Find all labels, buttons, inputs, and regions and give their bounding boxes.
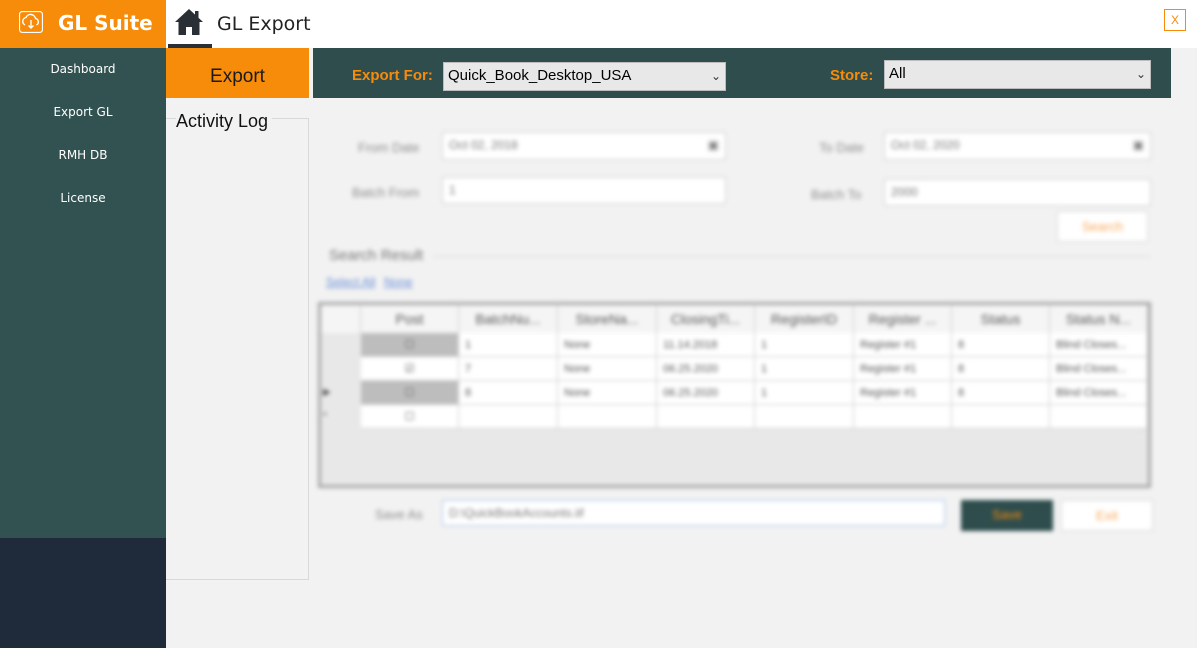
exit-button[interactable]: Exit: [1061, 500, 1153, 531]
grid-cell: Register #1: [854, 357, 952, 381]
save-button[interactable]: Save: [961, 500, 1053, 531]
column-header[interactable]: Status: [952, 305, 1050, 333]
grid-cell: 8: [952, 381, 1050, 405]
calendar-icon: ▣: [707, 138, 719, 152]
post-checkbox[interactable]: ☐: [361, 333, 459, 357]
store-value: All: [889, 65, 906, 82]
grid-cell: Blind Closes...: [1050, 357, 1148, 381]
grid-cell: 8: [952, 333, 1050, 357]
column-header[interactable]: Register ...: [854, 305, 952, 333]
grid-cell: 8: [952, 357, 1050, 381]
post-checkbox[interactable]: ☑: [361, 357, 459, 381]
grid-cell: 06.25.2020: [657, 381, 755, 405]
chevron-down-icon: ⌄: [710, 69, 721, 83]
row-marker: *: [323, 411, 327, 422]
row-marker: ▶: [323, 387, 331, 398]
brand-bar: GL Suite: [0, 0, 166, 48]
to-date-label: To Date: [819, 140, 864, 155]
batch-from-input[interactable]: 1: [442, 177, 726, 204]
batch-to-input[interactable]: 2000: [884, 179, 1151, 206]
grid-cell: 1: [459, 333, 558, 357]
table-row[interactable]: ☑ 7 None 06.25.2020 1 Register #1 8 Blin…: [321, 357, 1148, 381]
select-all-link[interactable]: Select All: [326, 275, 375, 289]
column-header[interactable]: Status N...: [1050, 305, 1148, 333]
grid-corner: [321, 305, 361, 333]
column-header[interactable]: ClosingTi...: [657, 305, 755, 333]
home-icon[interactable]: [174, 8, 204, 36]
results-grid[interactable]: Post BatchNu... StoreNa... ClosingTi... …: [318, 302, 1151, 488]
chevron-down-icon: ⌄: [1135, 67, 1146, 81]
cloud-download-icon: [19, 11, 43, 33]
tab-export[interactable]: Export: [166, 48, 309, 98]
grid-cell: [854, 405, 952, 429]
grid-cell: 1: [755, 381, 854, 405]
table-row[interactable]: ☐ 1 None 11.14.2018 1 Register #1 8 Blin…: [321, 333, 1148, 357]
column-header[interactable]: StoreNa...: [558, 305, 657, 333]
activity-log-panel: [166, 118, 309, 580]
grid-cell: Register #1: [854, 381, 952, 405]
grid-cell: [657, 405, 755, 429]
grid-cell: 06.25.2020: [657, 357, 755, 381]
grid-cell: [1050, 405, 1148, 429]
grid-cell: Blind Closes...: [1050, 333, 1148, 357]
sidebar: Dashboard Export GL RMH DB License: [0, 48, 166, 538]
table-row-new[interactable]: * ☐: [321, 405, 1148, 429]
grid-cell: 1: [755, 333, 854, 357]
grid-cell: 8: [459, 381, 558, 405]
grid-cell: Blind Closes...: [1050, 381, 1148, 405]
app-title: GL Suite: [58, 11, 153, 35]
export-form: From Date Oct 02, 2018 ▣ To Date Oct 02,…: [313, 120, 1173, 540]
calendar-icon: ▣: [1132, 138, 1144, 152]
sidebar-item-export-gl[interactable]: Export GL: [0, 105, 166, 119]
save-path-input[interactable]: D:\QuickBookAccounts.iif: [442, 500, 945, 526]
grid-cell: 11.14.2018: [657, 333, 755, 357]
tab-activity-log[interactable]: Activity Log: [176, 111, 273, 132]
row-marker: [321, 333, 361, 357]
close-button[interactable]: X: [1164, 9, 1186, 31]
save-as-label: Save As: [375, 507, 423, 522]
sidebar-item-dashboard[interactable]: Dashboard: [0, 62, 166, 76]
from-date-value: Oct 02, 2018: [449, 138, 518, 152]
grid-cell: [459, 405, 558, 429]
sidebar-footer: [0, 538, 166, 648]
column-header[interactable]: Post: [361, 305, 459, 333]
export-for-label: Export For:: [352, 67, 433, 84]
grid-cell: Register #1: [854, 333, 952, 357]
to-date-picker[interactable]: Oct 02, 2020 ▣: [884, 132, 1151, 160]
store-label: Store:: [830, 67, 874, 84]
batch-from-label: Batch From: [352, 185, 420, 200]
grid-cell: [755, 405, 854, 429]
grid-cell: None: [558, 333, 657, 357]
grid-header: Post BatchNu... StoreNa... ClosingTi... …: [321, 305, 1148, 333]
post-checkbox[interactable]: ☐: [361, 405, 459, 429]
batch-to-label: Batch To: [811, 187, 862, 202]
from-date-picker[interactable]: Oct 02, 2018 ▣: [442, 132, 726, 160]
post-checkbox[interactable]: ☐: [361, 381, 459, 405]
export-for-value: Quick_Book_Desktop_USA: [448, 67, 632, 84]
from-date-label: From Date: [358, 140, 420, 155]
select-none-link[interactable]: None: [384, 275, 413, 289]
row-marker: [321, 357, 361, 381]
header: GL Export X: [166, 0, 1197, 48]
page-title: GL Export: [217, 13, 311, 35]
search-result-title: Search Result: [329, 247, 424, 264]
export-for-select[interactable]: Quick_Book_Desktop_USA ⌄: [443, 62, 726, 91]
export-options-bar: Export For: Quick_Book_Desktop_USA ⌄ Sto…: [313, 48, 1171, 98]
grid-cell: [952, 405, 1050, 429]
column-header[interactable]: BatchNu...: [459, 305, 558, 333]
store-select[interactable]: All ⌄: [884, 60, 1151, 89]
column-header[interactable]: RegisterID: [755, 305, 854, 333]
search-button[interactable]: Search: [1057, 211, 1148, 242]
grid-cell: [558, 405, 657, 429]
grid-cell: 1: [755, 357, 854, 381]
divider: [433, 256, 1151, 257]
grid-cell: 7: [459, 357, 558, 381]
grid-cell: None: [558, 357, 657, 381]
table-row[interactable]: ▶ ☐ 8 None 06.25.2020 1 Register #1 8 Bl…: [321, 381, 1148, 405]
grid-cell: None: [558, 381, 657, 405]
sidebar-item-license[interactable]: License: [0, 191, 166, 205]
sidebar-item-rmh-db[interactable]: RMH DB: [0, 148, 166, 162]
to-date-value: Oct 02, 2020: [891, 138, 960, 152]
